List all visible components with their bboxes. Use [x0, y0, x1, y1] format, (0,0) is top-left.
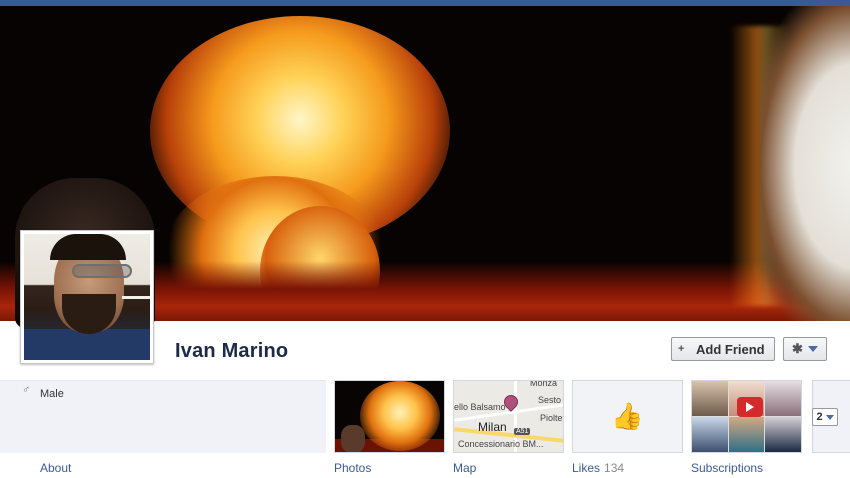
likes-count: 134: [604, 461, 625, 475]
thumbs-up-icon: 👍: [611, 401, 644, 431]
photos-tile[interactable]: [334, 380, 445, 453]
subscription-thumb: [728, 417, 765, 452]
map-label: Sesto San: [538, 395, 563, 405]
map-label: ello Balsamo: [454, 402, 506, 412]
add-friend-label: Add Friend: [696, 341, 765, 357]
map-label: A51: [514, 428, 531, 435]
add-friend-icon: +: [678, 343, 685, 355]
more-sections-button[interactable]: 2: [812, 408, 838, 426]
tab-label: Subscriptions: [691, 461, 764, 475]
chevron-down-icon: [807, 346, 818, 352]
tab-label: About: [40, 461, 72, 475]
map-label: Pioltel: [540, 413, 564, 423]
gear-icon: ✱: [792, 341, 803, 356]
chevron-down-icon: [825, 414, 834, 420]
tab-subscriptions[interactable]: Subscriptions: [691, 461, 763, 475]
tab-label: Photos: [334, 461, 372, 475]
about-box[interactable]: ♂ Male: [0, 380, 326, 453]
profile-name[interactable]: Ivan Marino: [175, 340, 288, 363]
tab-likes[interactable]: Likes 134: [572, 461, 624, 475]
subscription-thumb: [692, 381, 728, 416]
options-button[interactable]: ✱: [783, 337, 827, 361]
more-count: 2: [816, 411, 823, 423]
likes-tile[interactable]: 👍: [572, 380, 683, 453]
tab-label: Map: [453, 461, 477, 475]
subscription-thumb: [765, 381, 801, 416]
tab-about[interactable]: About: [40, 461, 71, 475]
gender-icon: ♂: [22, 384, 31, 396]
subscription-thumb: [765, 417, 801, 452]
tab-label: Likes: [572, 461, 601, 475]
gender-value: Male: [40, 388, 64, 400]
map-tile[interactable]: Monza Sesto San ello Balsamo Pioltel Mil…: [453, 380, 564, 453]
subscription-thumb: [692, 417, 728, 452]
map-label: Concessionario BM...: [458, 439, 544, 449]
tab-photos[interactable]: Photos: [334, 461, 371, 475]
profile-picture[interactable]: [20, 230, 154, 364]
tab-map[interactable]: Map: [453, 461, 476, 475]
map-label: Milan: [478, 420, 507, 434]
add-friend-button[interactable]: + Add Friend: [671, 337, 775, 361]
map-label: Monza: [530, 380, 558, 388]
youtube-icon: [737, 397, 763, 417]
